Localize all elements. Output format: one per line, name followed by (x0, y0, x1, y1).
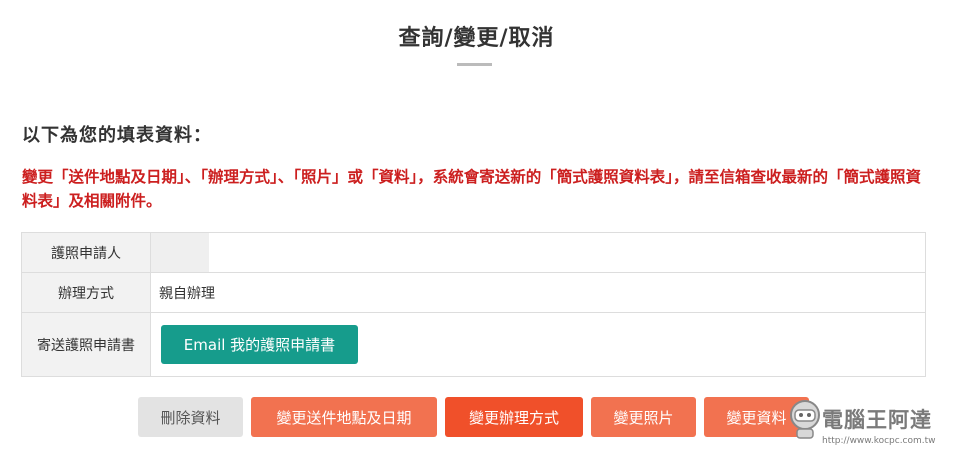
title-underline (457, 63, 492, 66)
watermark-url: http://www.kocpc.com.tw (822, 436, 936, 446)
send-form-label: 寄送護照申請書 (22, 313, 151, 376)
change-photo-button[interactable]: 變更照片 (591, 397, 696, 437)
table-row: 辦理方式 親自辦理 (22, 272, 925, 312)
applicant-label: 護照申請人 (22, 233, 151, 272)
change-method-button[interactable]: 變更辦理方式 (445, 397, 583, 437)
mascot-icon (790, 400, 820, 439)
table-row: 護照申請人 (22, 233, 925, 272)
notice-text: 變更「送件地點及日期」、「辦理方式」、「照片」或「資料」，系統會寄送新的「簡式護… (22, 168, 922, 210)
method-value: 親自辦理 (159, 285, 215, 302)
table-row: 寄送護照申請書 Email 我的護照申請書 (22, 312, 925, 376)
page-title: 查詢/變更/取消 (398, 26, 555, 51)
delete-data-button[interactable]: 刪除資料 (138, 397, 243, 437)
method-label: 辦理方式 (22, 273, 151, 312)
change-location-date-button[interactable]: 變更送件地點及日期 (251, 397, 437, 437)
send-form-value: Email 我的護照申請書 (151, 313, 925, 376)
watermark: 電腦王阿達 http://www.kocpc.com.tw (788, 396, 953, 458)
redacted-name (151, 233, 209, 272)
applicant-value (151, 233, 925, 272)
action-buttons: 刪除資料 變更送件地點及日期 變更辦理方式 變更照片 變更資料 (138, 397, 817, 437)
section-heading: 以下為您的填表資料： (22, 125, 212, 146)
email-application-button[interactable]: Email 我的護照申請書 (161, 325, 358, 364)
watermark-name: 電腦王阿達 (822, 408, 932, 432)
info-table: 護照申請人 辦理方式 親自辦理 寄送護照申請書 Email 我的護照申請書 (21, 232, 926, 377)
